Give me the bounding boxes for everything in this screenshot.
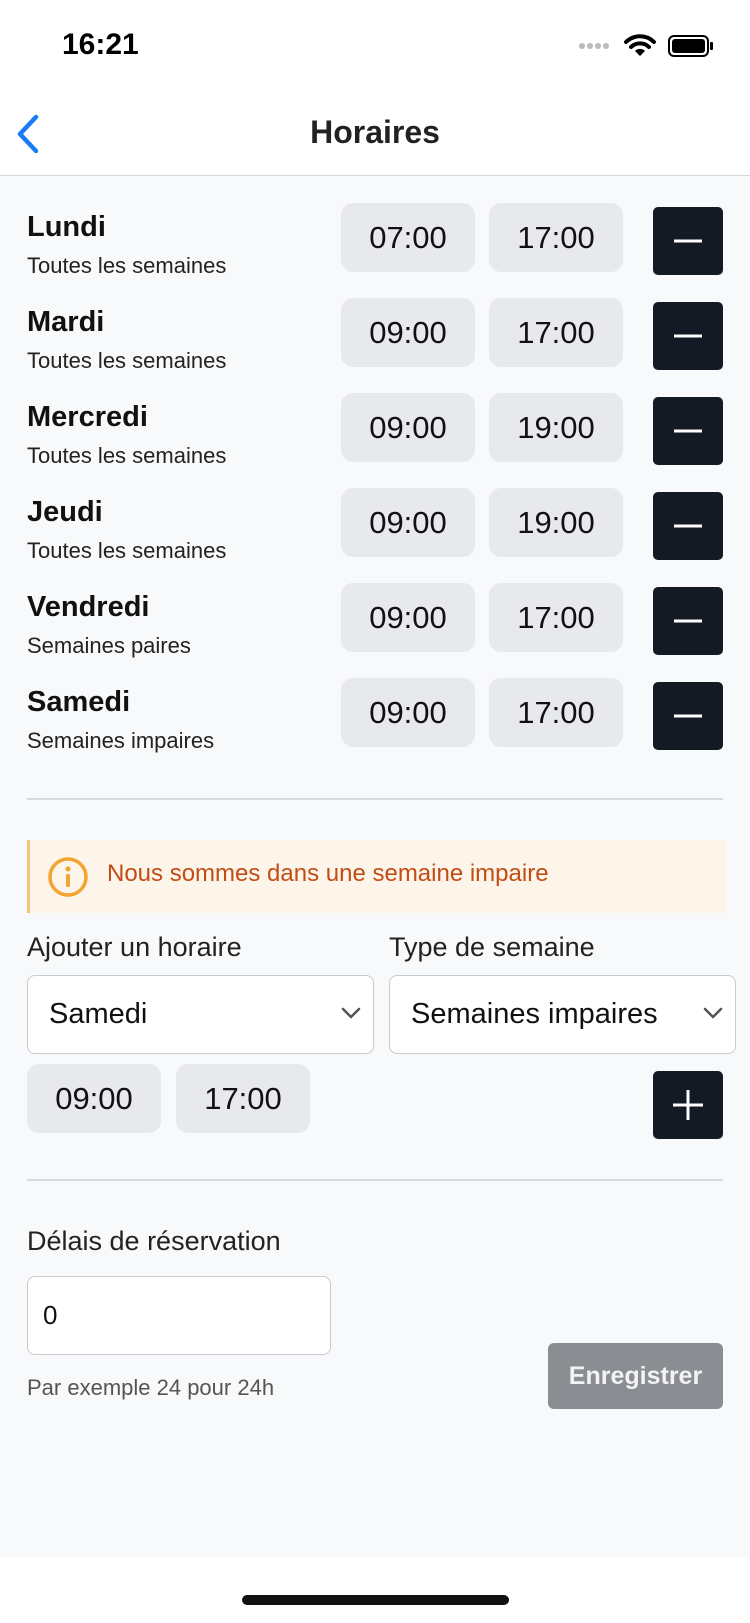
battery-icon — [668, 35, 713, 57]
week-parity-alert: Nous sommes dans une semaine impaire — [27, 840, 726, 913]
day-name: Jeudi — [27, 496, 103, 528]
remove-button[interactable] — [653, 492, 723, 560]
start-time[interactable]: 07:00 — [341, 203, 475, 272]
bottom-safe-area — [0, 1557, 750, 1623]
schedule-row-mercredi: Mercredi Toutes les semaines 09:00 19:00 — [0, 393, 750, 473]
end-time[interactable]: 17:00 — [489, 298, 623, 367]
week-type: Semaines paires — [27, 633, 191, 658]
minus-icon — [674, 524, 702, 528]
alert-text: Nous sommes dans une semaine impaire — [107, 860, 549, 887]
remove-button[interactable] — [653, 682, 723, 750]
week-type: Semaines impaires — [27, 728, 215, 753]
start-time[interactable]: 09:00 — [341, 678, 475, 747]
end-time[interactable]: 17:00 — [489, 203, 623, 272]
end-time[interactable]: 19:00 — [489, 393, 623, 462]
remove-button[interactable] — [653, 207, 723, 275]
schedule-row-lundi: Lundi Toutes les semaines 07:00 17:00 — [0, 203, 750, 283]
week-type-label: Type de semaine — [389, 932, 595, 962]
minus-icon — [674, 334, 702, 338]
save-button[interactable]: Enregistrer — [548, 1343, 723, 1409]
week-type: Toutes les semaines — [27, 348, 227, 373]
booking-delay-label: Délais de réservation — [27, 1226, 281, 1256]
week-type-select-value: Semaines impaires — [411, 998, 658, 1030]
chevron-down-icon — [703, 1007, 723, 1019]
start-time[interactable]: 09:00 — [341, 488, 475, 557]
info-icon — [48, 857, 88, 897]
end-time[interactable]: 17:00 — [489, 678, 623, 747]
divider — [27, 1179, 723, 1181]
schedule-row-vendredi: Vendredi Semaines paires 09:00 17:00 — [0, 583, 750, 663]
divider — [27, 798, 723, 800]
minus-icon — [674, 429, 702, 433]
remove-button[interactable] — [653, 397, 723, 465]
new-start-time[interactable]: 09:00 — [27, 1064, 161, 1133]
week-type: Toutes les semaines — [27, 538, 227, 563]
status-time: 16:21 — [62, 28, 139, 61]
day-name: Mardi — [27, 306, 105, 338]
schedule-row-samedi: Samedi Semaines impaires 09:00 17:00 — [0, 678, 750, 758]
plus-icon — [673, 1090, 703, 1120]
chevron-down-icon — [341, 1007, 361, 1019]
day-name: Vendredi — [27, 591, 150, 623]
status-bar: 16:21 — [0, 0, 750, 94]
nav-bar: Horaires — [0, 94, 750, 176]
start-time[interactable]: 09:00 — [341, 393, 475, 462]
add-schedule-label: Ajouter un horaire — [27, 932, 242, 962]
signal-icon — [579, 43, 609, 49]
minus-icon — [674, 239, 702, 243]
start-time[interactable]: 09:00 — [341, 583, 475, 652]
schedule-row-jeudi: Jeudi Toutes les semaines 09:00 19:00 — [0, 488, 750, 568]
end-time[interactable]: 17:00 — [489, 583, 623, 652]
day-select[interactable]: Samedi — [27, 975, 374, 1054]
day-name: Samedi — [27, 686, 131, 718]
home-indicator — [242, 1595, 509, 1605]
week-type: Toutes les semaines — [27, 253, 227, 278]
schedule-row-mardi: Mardi Toutes les semaines 09:00 17:00 — [0, 298, 750, 378]
new-end-time[interactable]: 17:00 — [176, 1064, 310, 1133]
remove-button[interactable] — [653, 302, 723, 370]
end-time[interactable]: 19:00 — [489, 488, 623, 557]
start-time[interactable]: 09:00 — [341, 298, 475, 367]
day-select-value: Samedi — [49, 998, 148, 1030]
week-type: Toutes les semaines — [27, 443, 227, 468]
minus-icon — [674, 714, 702, 718]
status-icons — [578, 34, 714, 58]
booking-delay-hint: Par exemple 24 pour 24h — [27, 1375, 275, 1400]
remove-button[interactable] — [653, 587, 723, 655]
day-name: Lundi — [27, 211, 106, 243]
wifi-icon — [624, 34, 656, 56]
day-name: Mercredi — [27, 401, 148, 433]
week-type-select[interactable]: Semaines impaires — [389, 975, 736, 1054]
page-title: Horaires — [310, 114, 440, 150]
add-button[interactable] — [653, 1071, 723, 1139]
booking-delay-input[interactable] — [27, 1276, 331, 1355]
minus-icon — [674, 619, 702, 623]
